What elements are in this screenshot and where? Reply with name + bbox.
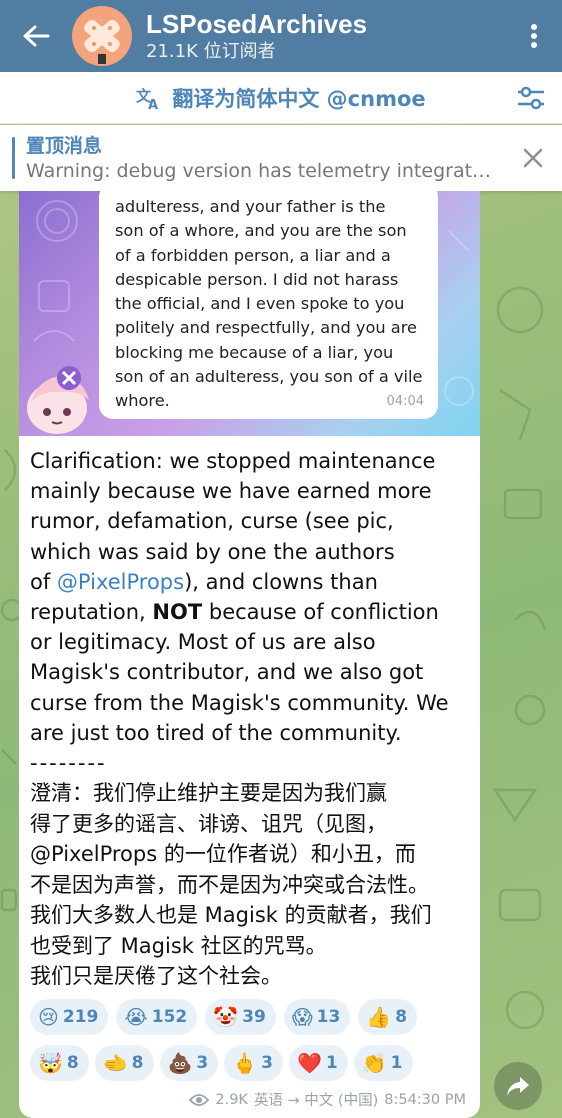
message-text: Clarification: we stopped maintenance ma… xyxy=(30,446,470,992)
screenshot-text: adulteress, and your father is the son o… xyxy=(115,197,423,411)
translate-label[interactable]: 翻译为简体中文 @cnmoe xyxy=(172,83,425,113)
reaction-chip[interactable]: 🤯 8 xyxy=(30,1045,89,1081)
pinned-title: 置顶消息 xyxy=(26,135,103,157)
share-button[interactable] xyxy=(494,1062,542,1110)
more-menu-button[interactable] xyxy=(506,0,562,72)
translate-bar[interactable]: 文 A 翻译为简体中文 @cnmoe xyxy=(0,72,562,124)
screenshot-chat-bubble: adulteress, and your father is the son o… xyxy=(99,191,438,419)
pinned-message-bar[interactable]: 置顶消息 Warning: debug version has telemetr… xyxy=(0,125,562,191)
translate-icon: 文 A xyxy=(136,87,158,110)
reaction-chip[interactable]: 😢 219 xyxy=(30,999,109,1035)
reactions: 😢 219 😭 152 🤡 39 😱 13 👍 8 🤯 8 🫲 8 💩 3 🖕 3 ❤️ 1 👏 1 xyxy=(30,999,480,1091)
reaction-chip[interactable]: 🖕 3 xyxy=(224,1045,283,1081)
message-photo[interactable]: adulteress, and your father is the son o… xyxy=(19,191,480,436)
channel-logo-icon xyxy=(84,19,120,64)
message-bubble[interactable]: adulteress, and your father is the son o… xyxy=(19,191,480,1118)
reaction-chip[interactable]: 😱 13 xyxy=(283,999,351,1035)
anime-sticker-icon xyxy=(27,366,89,434)
reaction-chip[interactable]: 👏 1 xyxy=(353,1045,413,1081)
back-button[interactable] xyxy=(0,0,72,72)
separator: -------- xyxy=(30,751,107,776)
mention-link[interactable]: @PixelProps xyxy=(57,570,184,594)
reaction-chip[interactable]: 👍 8 xyxy=(358,999,418,1035)
message-time: 8:54:30 PM xyxy=(384,1091,466,1108)
pinned-indicator xyxy=(12,137,15,179)
channel-avatar[interactable] xyxy=(72,6,132,66)
close-icon[interactable] xyxy=(520,145,546,171)
view-count: 2.9K xyxy=(215,1091,248,1108)
eye-icon xyxy=(189,1093,210,1106)
chat-header: LSPosedArchives 21.1K 位订阅者 xyxy=(0,0,562,72)
share-icon xyxy=(507,1077,529,1096)
pinned-preview: Warning: debug version has telemetry int… xyxy=(26,160,492,182)
reaction-chip[interactable]: ❤️ 1 xyxy=(289,1045,348,1081)
reaction-chip[interactable]: 😭 152 xyxy=(116,999,198,1035)
subscriber-count: 21.1K 位订阅者 xyxy=(146,41,276,62)
screenshot-time: 04:04 xyxy=(386,394,424,409)
sliders-icon[interactable] xyxy=(516,84,546,112)
message-meta: 2.9K 英语 → 中文 (中国) 8:54:30 PM xyxy=(189,1089,466,1110)
reaction-chip[interactable]: 🫲 8 xyxy=(94,1045,154,1081)
translation-info: 英语 → 中文 (中国) xyxy=(253,1093,379,1109)
channel-title[interactable]: LSPosedArchives xyxy=(146,9,506,39)
arrow-left-icon xyxy=(23,25,50,47)
reaction-chip[interactable]: 💩 3 xyxy=(159,1045,219,1081)
reaction-chip[interactable]: 🤡 39 xyxy=(205,999,276,1035)
more-vertical-icon xyxy=(531,24,537,48)
svg-text:A: A xyxy=(148,98,158,110)
